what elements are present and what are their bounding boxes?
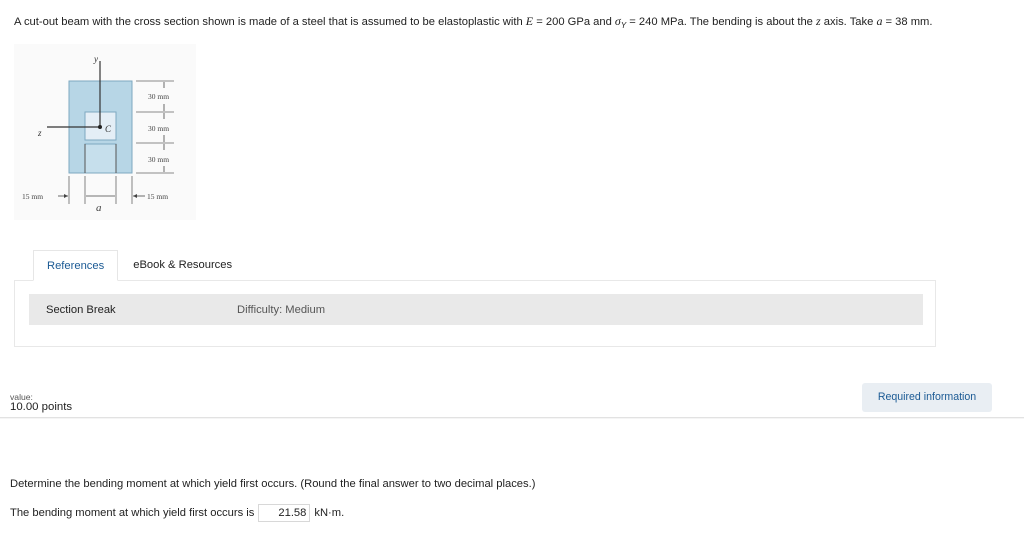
dim-left-label: 15 mm [22, 192, 43, 201]
problem-statement: A cut-out beam with the cross section sh… [14, 14, 933, 31]
value-points: 10.00 points [10, 401, 73, 413]
difficulty-label: Difficulty: Medium [237, 303, 326, 316]
centroid-label: C [105, 124, 112, 134]
dim-mid-label: 30 mm [148, 124, 169, 133]
z-axis-label: z [37, 128, 42, 138]
question-text: Determine the bending moment at which yi… [10, 478, 536, 490]
answer-row: The bending moment at which yield first … [10, 504, 344, 522]
y-axis-label: y [93, 54, 98, 64]
section-break-bar: Section Break Difficulty: Medium [29, 294, 923, 325]
answer-input[interactable]: 21.58 [258, 504, 311, 522]
value-row: value: 10.00 points Required information [0, 377, 1024, 418]
answer-unit: kN·m. [314, 507, 345, 519]
answer-label: The bending moment at which yield first … [10, 507, 255, 519]
tab-references[interactable]: References [33, 250, 119, 281]
section-break-label: Section Break [46, 303, 116, 316]
dim-right-label: 15 mm [147, 192, 168, 201]
required-information-button[interactable]: Required information [862, 383, 992, 412]
dim-a-label: a [96, 202, 102, 214]
tab-ebook-resources[interactable]: eBook & Resources [118, 250, 245, 281]
references-panel: Section Break Difficulty: Medium [14, 280, 936, 347]
cross-section-diagram: y z C 30 mm 30 mm 30 mm 15 mm 15 mm a [22, 54, 174, 214]
dim-top-label: 30 mm [148, 92, 169, 101]
cross-section-figure: y z C 30 mm 30 mm 30 mm 15 mm 15 mm a [14, 44, 196, 220]
resource-tabs: References eBook & Resources [33, 250, 245, 281]
question-area: Determine the bending moment at which yi… [0, 419, 1024, 539]
centroid-dot [98, 125, 102, 129]
dim-bottom-label: 30 mm [148, 155, 169, 164]
cutout-slot [84, 143, 117, 174]
